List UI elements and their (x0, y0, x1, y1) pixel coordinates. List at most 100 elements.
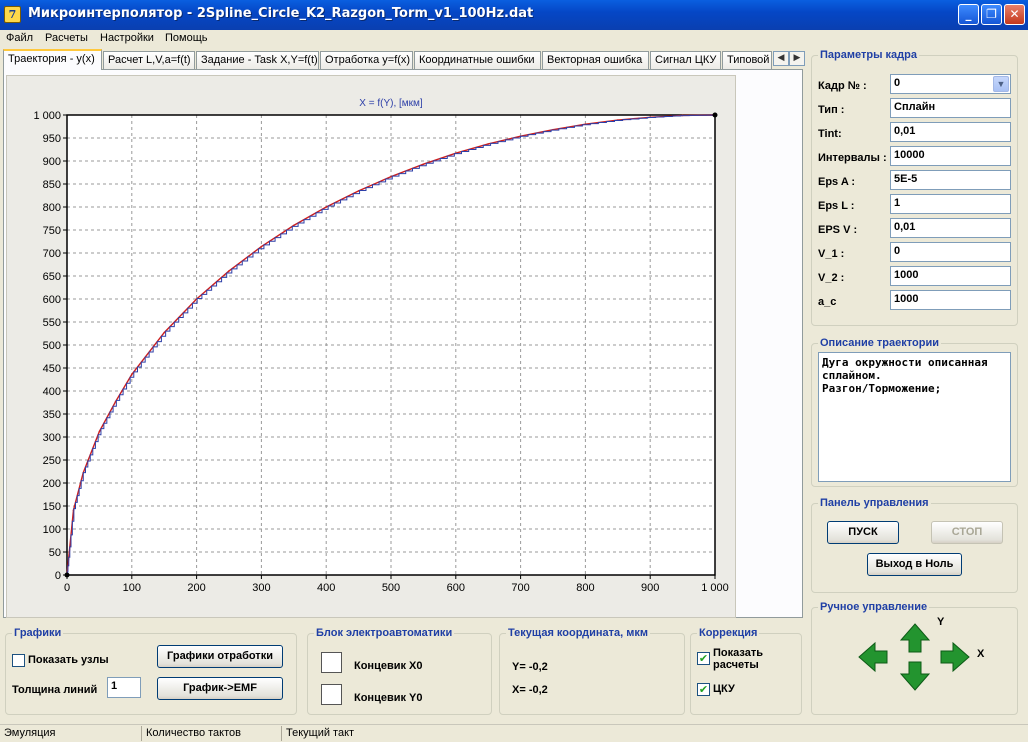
arrow-up-icon[interactable] (899, 623, 931, 653)
x-tick-label: 300 (252, 582, 270, 594)
y-tick-label: 450 (43, 363, 61, 375)
app-logo-icon: 7 (4, 6, 21, 23)
limit-switch-y-indicator (321, 684, 342, 705)
trajectory-description[interactable]: Дуга окружности описанная сплайном. Разг… (818, 352, 1011, 482)
coord-y-value: Y= -0,2 (512, 661, 548, 673)
menu-file[interactable]: Файл (6, 32, 33, 44)
coord-x-value: X= -0,2 (512, 684, 548, 696)
param-value-field[interactable]: Сплайн (890, 98, 1011, 118)
trajectory-chart: 0 100 200 300 400 500 600 700 800 900 1 000 0 50 100 1… (6, 75, 736, 618)
limit-switch-x-indicator (321, 652, 342, 673)
y-tick-label: 0 (55, 570, 61, 582)
show-calc-checkbox[interactable]: ✔ (697, 652, 710, 665)
correction-title: Коррекция (697, 627, 760, 639)
tab-scroll-left-icon[interactable]: ◀ (773, 51, 789, 66)
tab-scroll-right-icon[interactable]: ▶ (789, 51, 805, 66)
series-point (422, 163, 425, 166)
stop-button[interactable]: СТОП (931, 521, 1003, 544)
param-value-field[interactable]: 1000 (890, 290, 1011, 310)
param-value: 0 (894, 77, 901, 89)
series-point (98, 430, 101, 433)
arrow-left-icon[interactable] (858, 641, 888, 673)
y-tick-label: 400 (43, 386, 61, 398)
param-label: EPS V : (818, 224, 858, 236)
param-label: Кадр № : (818, 80, 867, 92)
status-ticks-count: Количество тактов (146, 727, 241, 739)
param-value-field[interactable]: 10000 (890, 146, 1011, 166)
tab-processing[interactable]: Отработка y=f(x) (320, 51, 413, 69)
tab-trajectory[interactable]: Траектория - y(x) (3, 49, 102, 70)
automation-title: Блок электроавтоматики (314, 627, 455, 639)
y-tick-label: 950 (43, 133, 61, 145)
y-tick-label: 900 (43, 156, 61, 168)
show-calc-label: Показать расчеты (713, 647, 763, 671)
tab-calc-lva[interactable]: Расчет L,V,a=f(t) (103, 51, 195, 69)
series-point (131, 373, 133, 376)
chevron-down-icon[interactable]: ▼ (993, 76, 1009, 92)
y-tick-label: 500 (43, 340, 61, 352)
y-tick-label: 1 000 (33, 110, 61, 122)
frame-number-select[interactable]: 0 ▼ (890, 74, 1011, 94)
home-button[interactable]: Выход в Ноль (867, 553, 962, 576)
tab-panel: 0 100 200 300 400 500 600 700 800 900 1 000 0 50 100 1… (3, 69, 803, 618)
manual-x-label: X (977, 648, 985, 660)
chart-svg: 0 100 200 300 400 500 600 700 800 900 1 000 0 50 100 1… (33, 98, 729, 594)
x-tick-label: 200 (187, 582, 205, 594)
param-value: 0 (894, 245, 901, 257)
limit-switch-x-label: Концевик X0 (354, 660, 423, 672)
x-tick-label: 400 (317, 582, 335, 594)
plots-button[interactable]: Графики отработки (157, 645, 283, 668)
menu-settings[interactable]: Настройки (100, 32, 154, 44)
param-value: 10000 (894, 149, 925, 161)
menu-calculations[interactable]: Расчеты (45, 32, 88, 44)
x-tick-label: 100 (123, 582, 141, 594)
status-divider (281, 726, 282, 741)
tab-coord-errors[interactable]: Координатные ошибки (414, 51, 541, 69)
minimize-button[interactable]: _ (958, 4, 979, 25)
control-group: Панель управления (811, 497, 1018, 593)
correction-group: Коррекция (690, 627, 802, 715)
param-label: V_2 : (818, 272, 845, 284)
title-bar[interactable]: 7 Микроинтерполятор - 2Spline_Circle_K2_… (0, 0, 1028, 30)
param-value-field[interactable]: 5E-5 (890, 170, 1011, 190)
x-tick-label: 700 (511, 582, 529, 594)
menu-help[interactable]: Помощь (165, 32, 208, 44)
param-value: 5E-5 (894, 173, 918, 185)
x-tick-label: 600 (447, 582, 465, 594)
restore-button[interactable]: ❐ (981, 4, 1002, 25)
param-value: 1000 (894, 293, 919, 305)
tab-cku-signal[interactable]: Сигнал ЦКУ (650, 51, 721, 69)
close-button[interactable]: ✕ (1004, 4, 1025, 25)
y-tick-label: 150 (43, 501, 61, 513)
param-value-field[interactable]: 0,01 (890, 218, 1011, 238)
param-label: a_c (818, 296, 837, 308)
series-point (487, 143, 490, 145)
menu-bar: Файл Расчеты Настройки Помощь (0, 30, 1028, 47)
show-nodes-label: Показать узлы (28, 654, 109, 666)
tab-typical[interactable]: Типовой (722, 51, 772, 69)
param-value-field[interactable]: 0,01 (890, 122, 1011, 142)
x-tick-label: 1 000 (701, 582, 729, 594)
arrow-right-icon[interactable] (940, 641, 970, 673)
line-width-input[interactable]: 1 (107, 677, 141, 698)
param-value: Сплайн (894, 101, 936, 113)
series-point (260, 245, 263, 248)
param-value-field[interactable]: 1 (890, 194, 1011, 214)
manual-title: Ручное управление (818, 601, 930, 613)
param-label: Интервалы : (818, 152, 887, 164)
arrow-down-icon[interactable] (899, 661, 931, 691)
status-current-tick: Текущий такт (286, 727, 355, 739)
cku-checkbox[interactable]: ✔ (697, 683, 710, 696)
y-tick-label: 250 (43, 455, 61, 467)
coords-title: Текущая координата, мкм (506, 627, 651, 639)
show-nodes-checkbox[interactable] (12, 654, 25, 667)
emf-button[interactable]: График->EMF (157, 677, 283, 700)
cku-label: ЦКУ (713, 683, 735, 695)
limit-switch-y-label: Концевик Y0 (354, 692, 423, 704)
param-value-field[interactable]: 0 (890, 242, 1011, 262)
tab-vector-error[interactable]: Векторная ошибка (542, 51, 649, 69)
param-label: Eps L : (818, 200, 855, 212)
start-button[interactable]: ПУСК (827, 521, 899, 544)
tab-task[interactable]: Задание - Task X,Y=f(t) (196, 51, 319, 69)
param-value-field[interactable]: 1000 (890, 266, 1011, 286)
